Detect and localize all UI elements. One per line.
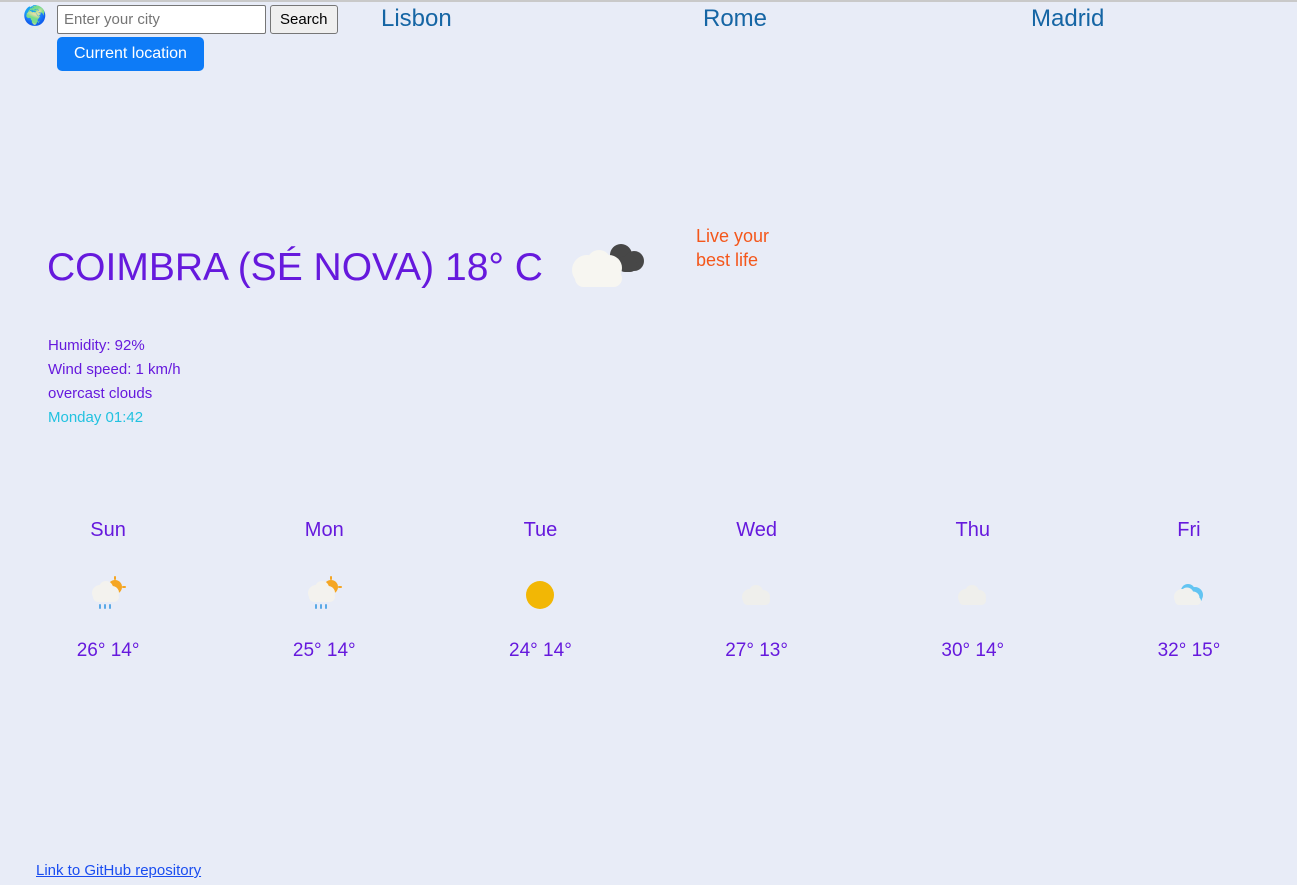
current-datetime: Monday 01:42 [48,409,144,426]
search-input[interactable] [57,5,266,34]
forecast-temperatures: 30° 14° [941,640,1005,661]
humidity-value: Humidity: 92% [48,337,145,354]
tagline: Live your best life [696,224,856,272]
current-weather-details: Humidity: 92% Wind speed: 1 km/h overcas… [48,334,181,430]
forecast-day-label: Thu [955,519,990,541]
sun-behind-rain-cloud-icon [0,565,216,625]
sun-behind-rain-cloud-icon [216,565,432,625]
forecast-day-label: Wed [736,519,777,541]
forecast-day-tue: Tue 24° 14° [432,517,648,663]
cloud-blue-icon [1081,565,1297,625]
tagline-line-1: Live your [696,226,770,246]
weather-description: overcast clouds [48,385,153,402]
city-link-rome[interactable]: Rome [703,5,767,33]
forecast-day-label: Sun [90,519,126,541]
sun-icon [432,565,648,625]
forecast-temperatures: 25° 14° [292,640,356,661]
top-bar: 🌍 Search Current location Lisbon Rome Ma… [0,2,1297,80]
tagline-line-2: best life [696,250,759,270]
globe-europe-africa-icon: 🌍 [23,6,47,27]
city-link-madrid[interactable]: Madrid [1031,5,1104,33]
city-link-lisbon[interactable]: Lisbon [381,5,452,33]
github-repository-link[interactable]: Link to GitHub repository [36,862,201,879]
forecast-day-thu: Thu 30° 14° [865,517,1081,663]
search-button[interactable]: Search [270,5,338,34]
forecast-day-fri: Fri 32° 15° [1081,517,1297,663]
forecast-temperatures: 24° 14° [509,640,572,661]
cloud-icon [865,565,1081,625]
forecast-row: Sun 26° 14° Mon 25° 14° Tue 24° 14° Wed … [0,517,1297,663]
current-location-button[interactable]: Current location [57,37,204,71]
forecast-day-label: Tue [523,519,558,541]
forecast-temperatures: 27° 13° [725,640,788,661]
page-title: COIMBRA (SÉ NOVA) 18° C [47,240,655,296]
forecast-day-sun: Sun 26° 14° [0,517,216,663]
current-weather-block: COIMBRA (SÉ NOVA) 18° C [47,240,655,296]
forecast-day-label: Fri [1177,519,1201,541]
overcast-clouds-icon [565,240,655,296]
forecast-temperatures: 26° 14° [76,640,140,661]
forecast-day-label: Mon [304,519,344,541]
wind-speed-value: Wind speed: 1 km/h [48,361,181,378]
current-weather-headline: COIMBRA (SÉ NOVA) 18° C [47,246,543,289]
forecast-temperatures: 32° 15° [1157,640,1221,661]
forecast-day-mon: Mon 25° 14° [216,517,432,663]
cloud-icon [649,565,865,625]
forecast-day-wed: Wed 27° 13° [649,517,865,663]
